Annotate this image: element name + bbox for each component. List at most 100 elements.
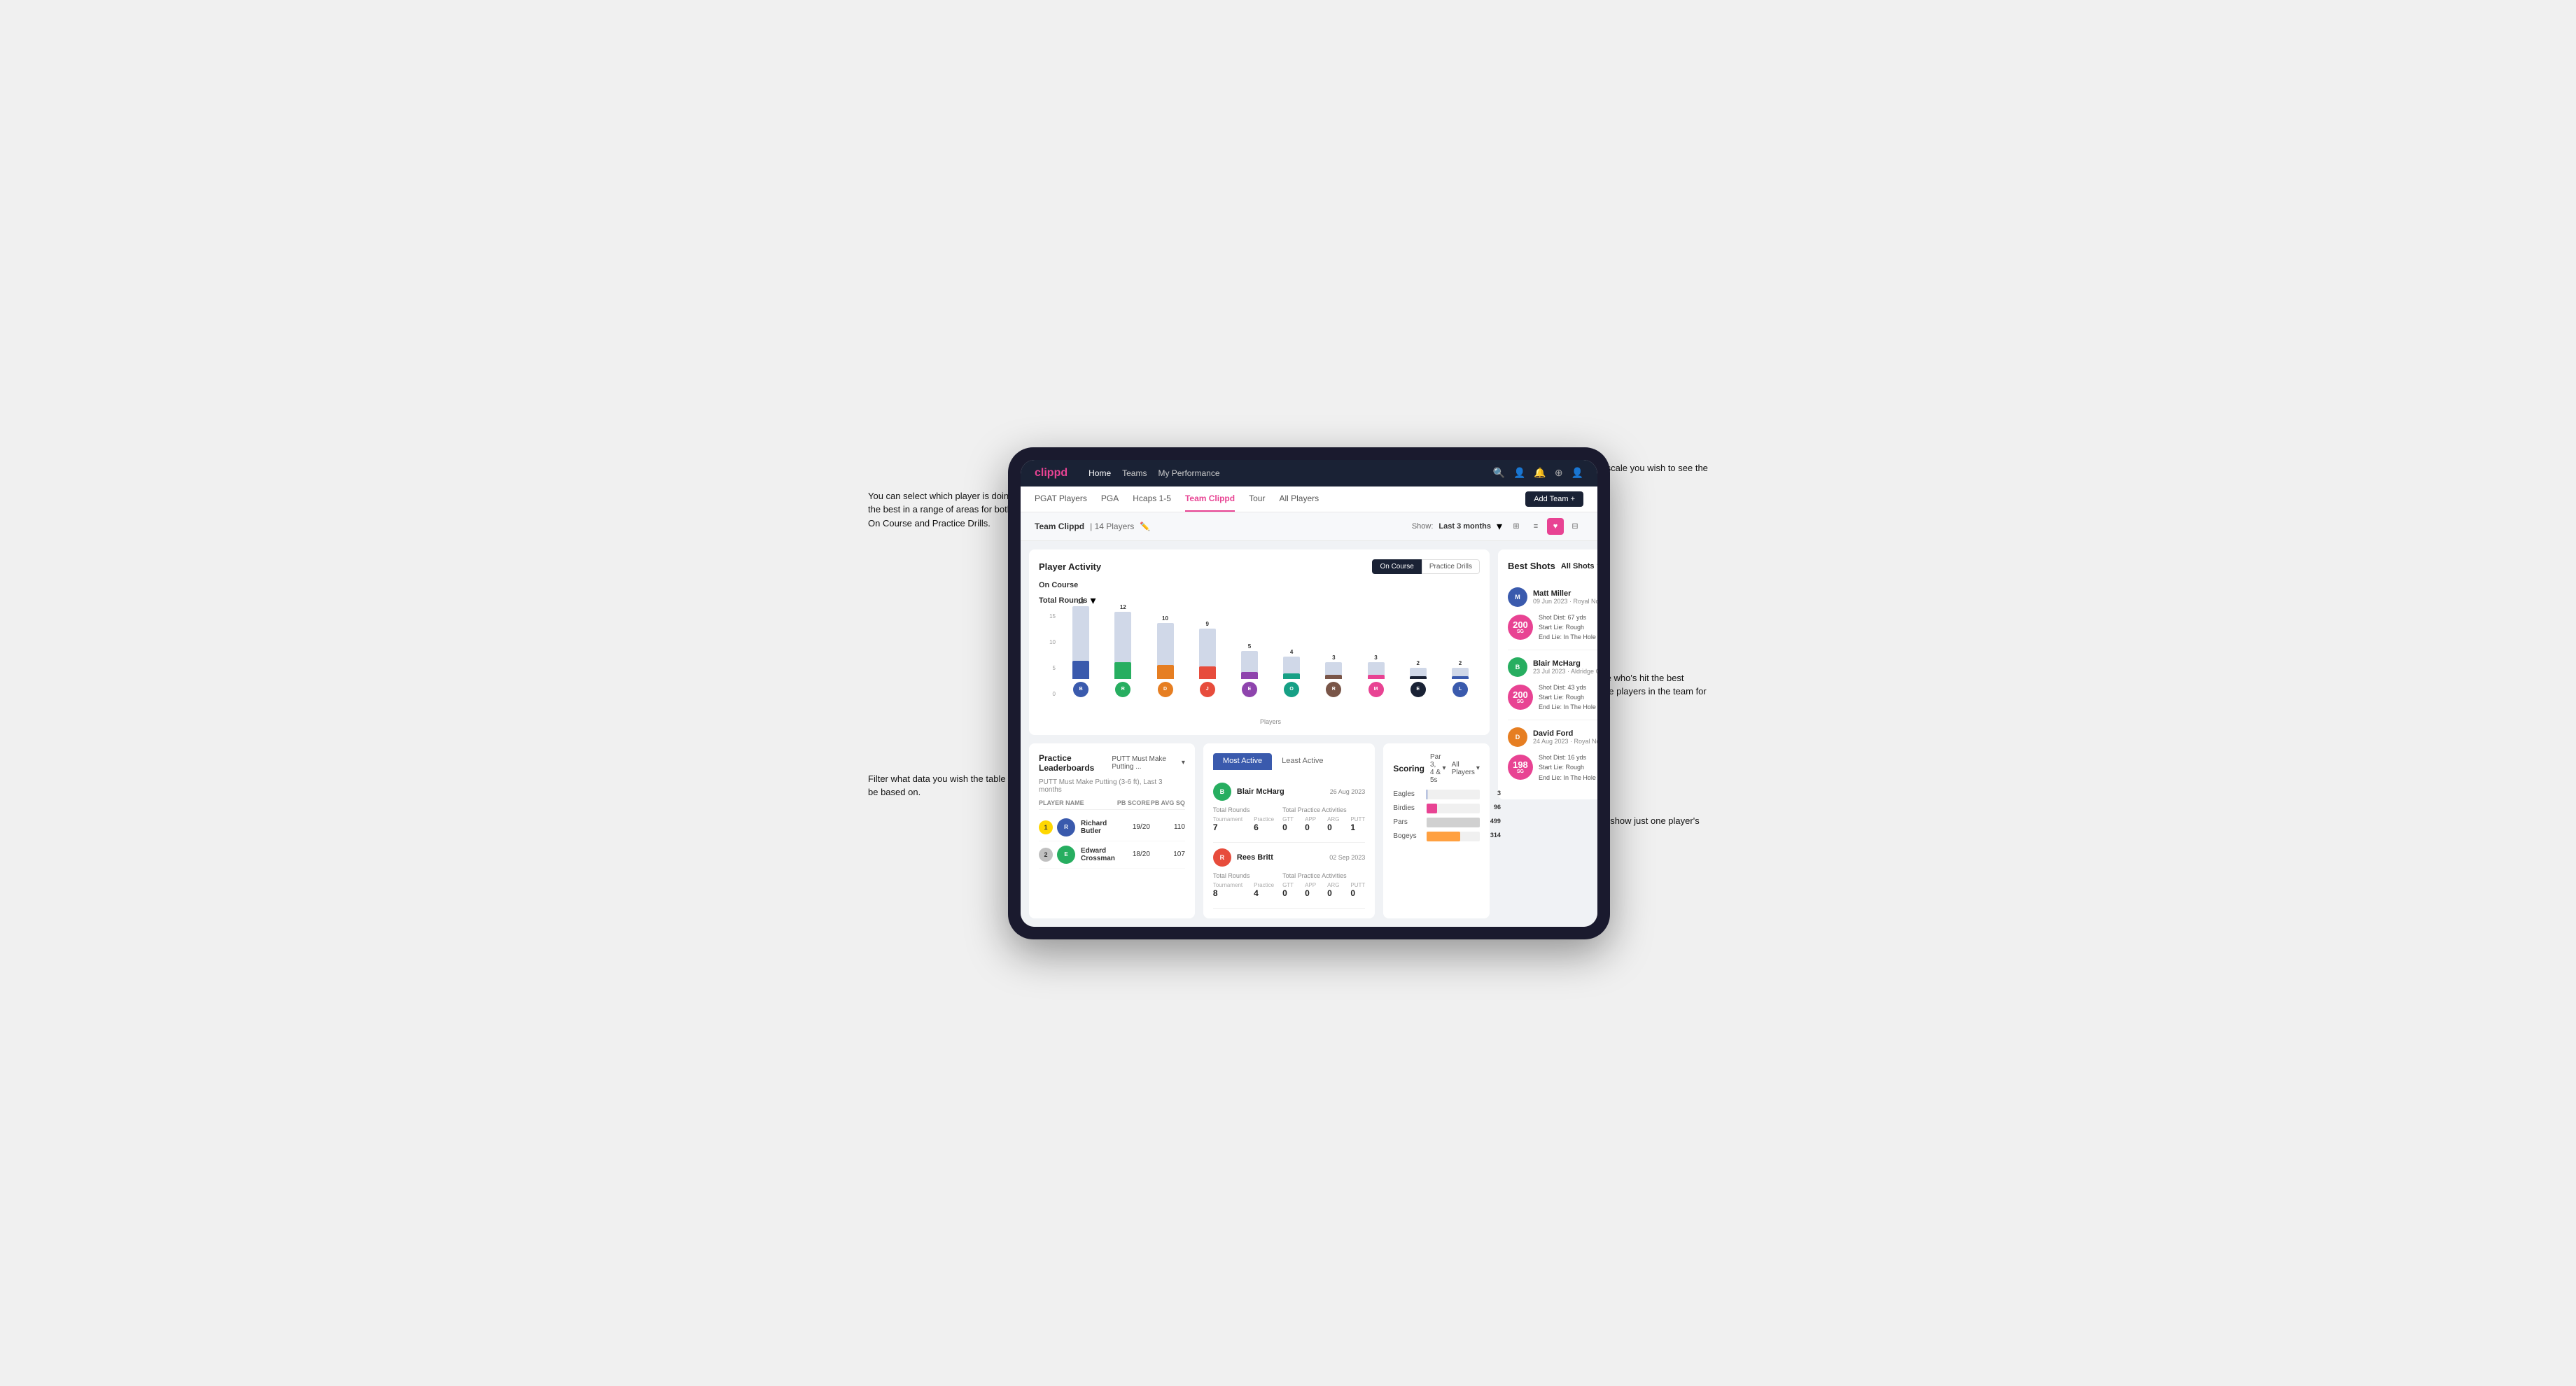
leaderboard-filter[interactable]: PUTT Must Make Putting ...▾: [1112, 755, 1185, 771]
users-icon[interactable]: 👤: [1513, 467, 1525, 479]
search-icon[interactable]: 🔍: [1493, 467, 1505, 479]
bar-avatar-4: E: [1242, 682, 1257, 697]
active-val-putt-0: 1: [1350, 822, 1365, 832]
on-course-label: On Course: [1039, 581, 1480, 589]
bar-7: [1368, 662, 1385, 679]
scoring-bars: Eagles 3 Birdies 96 Pars 499 Bogeys 314: [1393, 790, 1480, 841]
player-name-2: David Ford: [1533, 729, 1597, 738]
player-detail-0: 09 Jun 2023 · Royal North Devon GC, Hole…: [1533, 598, 1597, 605]
bar-avatar-2: D: [1158, 682, 1173, 697]
player-info-2: David Ford 24 Aug 2023 · Royal North Dev…: [1533, 729, 1597, 745]
bar-chart: 13 B 12 R 10 D 9 J 5: [1061, 613, 1480, 697]
active-val-putt-1: 0: [1350, 888, 1365, 898]
badge-num-0: 200: [1513, 620, 1528, 629]
y-label-10: 10: [1049, 639, 1056, 645]
bar-0: [1072, 606, 1089, 679]
active-val-tournament-1: 8: [1213, 888, 1242, 898]
bar-highlight-2: [1157, 665, 1174, 679]
nav-icons: 🔍 👤 🔔 ⊕ 👤: [1493, 467, 1583, 479]
scoring-value-0: 3: [1497, 790, 1501, 797]
all-shots-filter[interactable]: All Shots: [1561, 562, 1595, 570]
logo: clippd: [1035, 467, 1068, 479]
bar-2: [1157, 623, 1174, 679]
active-stat-app-0: APP 0: [1305, 816, 1316, 832]
bar-avatar-5: O: [1284, 682, 1299, 697]
leaderboard-subtitle: PUTT Must Make Putting (3-6 ft), Last 3 …: [1039, 778, 1185, 794]
add-team-button[interactable]: Add Team +: [1525, 491, 1583, 507]
shot-details-0: 200 SG Shot Dist: 67 ydsStart Lie: Rough…: [1508, 612, 1597, 643]
nav-link-performance[interactable]: My Performance: [1158, 467, 1219, 479]
most-active-tab[interactable]: Most Active: [1213, 753, 1272, 770]
card-view-icon[interactable]: ♥: [1547, 518, 1564, 535]
sub-nav-hcaps[interactable]: Hcaps 1-5: [1133, 486, 1171, 512]
player-activity-header: Player Activity On Course Practice Drill…: [1039, 559, 1480, 574]
badge-label-1: SG: [1517, 699, 1524, 704]
bar-value-1: 12: [1120, 604, 1126, 610]
bar-avatar-3: J: [1200, 682, 1215, 697]
sub-nav-pgat[interactable]: PGAT Players: [1035, 486, 1087, 512]
scoring-value-3: 314: [1490, 832, 1501, 839]
player-avatar-1: B: [1508, 657, 1527, 677]
profile-icon[interactable]: 👤: [1572, 467, 1583, 479]
player-activity-card: Player Activity On Course Practice Drill…: [1029, 550, 1490, 735]
shot-info-0: Shot Dist: 67 ydsStart Lie: RoughEnd Lie…: [1539, 612, 1597, 643]
team-count: | 14 Players: [1090, 522, 1134, 531]
active-activities-row-0: GTT 0 APP 0 ARG 0 PUTT 1: [1282, 816, 1365, 832]
active-label-gtt-0: GTT: [1282, 816, 1294, 822]
on-course-toggle[interactable]: On Course: [1372, 559, 1421, 574]
shots-filter: All Shots ▾: [1561, 559, 1597, 573]
bell-icon[interactable]: 🔔: [1534, 467, 1546, 479]
player-name-1: Blair McHarg: [1533, 659, 1597, 668]
active-activities-title-1: Total Practice Activities: [1282, 872, 1365, 879]
show-label: Show:: [1412, 522, 1434, 531]
sub-nav-team-clippd[interactable]: Team Clippd: [1185, 486, 1235, 512]
scoring-players-filter[interactable]: All Players▾: [1452, 761, 1480, 776]
edit-icon[interactable]: ✏️: [1140, 522, 1150, 531]
show-chevron: ▾: [1497, 519, 1502, 533]
practice-toggle[interactable]: Practice Drills: [1422, 559, 1480, 574]
bar-chart-container: 15 10 5 0 13 B 12 R 10: [1039, 613, 1480, 725]
bar-value-9: 2: [1459, 660, 1462, 666]
active-player-card-0: B Blair McHarg 26 Aug 2023 Total Rounds …: [1213, 777, 1365, 843]
bar-group-3: 9 J: [1188, 621, 1227, 697]
bar-group-5: 4 O: [1272, 649, 1311, 697]
least-active-tab[interactable]: Least Active: [1272, 753, 1333, 770]
grid-view-icon[interactable]: ⊞: [1508, 518, 1525, 535]
bar-avatar-1: R: [1115, 682, 1130, 697]
bar-group-1: 12 R: [1103, 604, 1142, 697]
sub-nav-all-players[interactable]: All Players: [1279, 486, 1319, 512]
nav-link-home[interactable]: Home: [1088, 467, 1111, 479]
tablet-frame: clippd Home Teams My Performance 🔍 👤 🔔 ⊕…: [1008, 447, 1610, 939]
bottom-section: Practice Leaderboards PUTT Must Make Put…: [1029, 743, 1490, 918]
show-select[interactable]: Last 3 months: [1438, 522, 1491, 531]
shot-cards: M Matt Miller 09 Jun 2023 · Royal North …: [1508, 580, 1597, 790]
scoring-filter[interactable]: Par 3, 4 & 5s▾: [1430, 753, 1446, 784]
nav-link-teams[interactable]: Teams: [1122, 467, 1147, 479]
shot-card-1: B Blair McHarg 23 Jul 2023 · Aldridge GC…: [1508, 650, 1597, 720]
shot-player-row-0: M Matt Miller 09 Jun 2023 · Royal North …: [1508, 587, 1597, 607]
y-label-5: 5: [1053, 665, 1056, 671]
shot-player-row-2: D David Ford 24 Aug 2023 · Royal North D…: [1508, 727, 1597, 747]
bar-9: [1452, 668, 1469, 679]
shot-badge-2: 198 SG: [1508, 755, 1533, 780]
badge-label-2: SG: [1517, 769, 1524, 774]
active-label-tournament-1: Tournament: [1213, 882, 1242, 888]
scoring-fill-2: [1427, 818, 1480, 827]
shot-card-0: M Matt Miller 09 Jun 2023 · Royal North …: [1508, 580, 1597, 650]
sub-nav-tour[interactable]: Tour: [1249, 486, 1265, 512]
player-detail-2: 24 Aug 2023 · Royal North Devon GC, Hole…: [1533, 738, 1597, 745]
active-player-date-1: 02 Sep 2023: [1329, 854, 1365, 861]
active-label-arg-0: ARG: [1327, 816, 1339, 822]
filter-view-icon[interactable]: ⊟: [1567, 518, 1583, 535]
bar-6: [1325, 662, 1342, 679]
main-content: Player Activity On Course Practice Drill…: [1021, 541, 1597, 927]
active-player-name-1: Rees Britt: [1237, 853, 1324, 862]
bar-avatar-0: B: [1073, 682, 1088, 697]
col-pb-avg: PB AVG SQ: [1150, 799, 1185, 806]
bar-avatar-8: E: [1410, 682, 1426, 697]
scoring-track-0: 3: [1427, 790, 1480, 799]
add-icon[interactable]: ⊕: [1555, 467, 1563, 479]
active-stat-gtt-1: GTT 0: [1282, 882, 1294, 898]
list-view-icon[interactable]: ≡: [1527, 518, 1544, 535]
sub-nav-pga[interactable]: PGA: [1101, 486, 1119, 512]
